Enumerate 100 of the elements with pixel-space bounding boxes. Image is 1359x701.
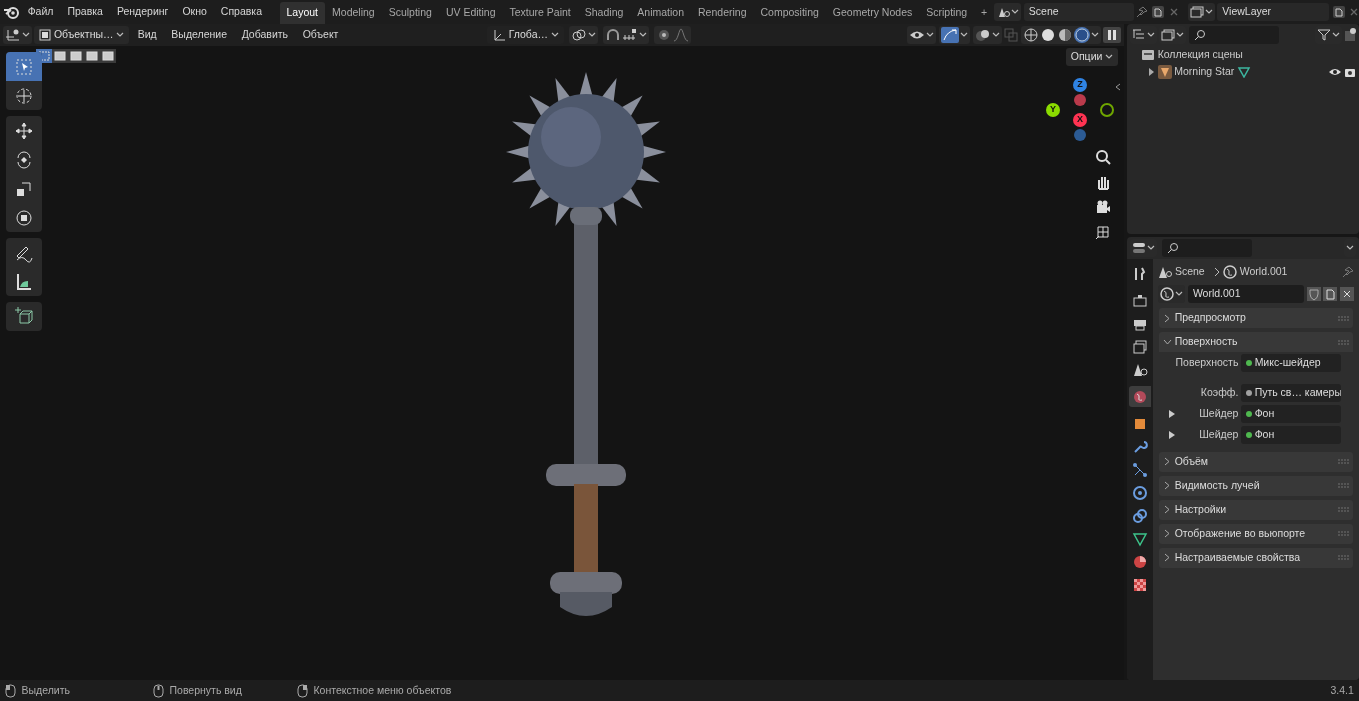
workspace-tab[interactable]: Compositing bbox=[753, 2, 826, 24]
drag-handle-icon[interactable] bbox=[1338, 459, 1349, 465]
add-workspace-button[interactable]: + bbox=[974, 2, 995, 24]
pin-icon[interactable] bbox=[1136, 6, 1149, 18]
axis-label[interactable]: Y bbox=[1046, 103, 1060, 117]
panel-header[interactable]: Предпросмотр bbox=[1159, 308, 1353, 329]
socket-field[interactable]: Фон bbox=[1241, 425, 1341, 444]
panel-header[interactable]: Объём bbox=[1159, 451, 1353, 472]
expand-arrow-icon[interactable] bbox=[1169, 430, 1175, 439]
search-field[interactable] bbox=[1161, 239, 1252, 257]
mode-dropdown[interactable]: Объектны… bbox=[34, 26, 130, 44]
visibility-dropdown[interactable] bbox=[907, 26, 937, 44]
rotate-icon bbox=[14, 149, 34, 170]
drag-handle-icon[interactable] bbox=[1338, 315, 1349, 321]
drag-handle-icon[interactable] bbox=[1338, 339, 1349, 345]
zoom-icon[interactable] bbox=[1095, 149, 1111, 165]
selection-mode-icon[interactable] bbox=[100, 49, 116, 63]
workspace-tab[interactable]: Sculpting bbox=[381, 2, 439, 24]
panel-header[interactable]: Поверхность bbox=[1159, 332, 1353, 353]
workspace-tab[interactable]: Shading bbox=[577, 2, 631, 24]
socket-field[interactable]: Микс-шейдер bbox=[1241, 353, 1341, 372]
search-field[interactable] bbox=[1188, 26, 1279, 44]
camera-icon[interactable] bbox=[1344, 66, 1357, 77]
view-layer-field[interactable]: ViewLayer bbox=[1217, 3, 1330, 21]
workspace-tab[interactable]: Modeling bbox=[325, 2, 382, 24]
world-selector[interactable] bbox=[1158, 285, 1186, 303]
socket-field[interactable]: Путь св… камеры bbox=[1241, 383, 1341, 402]
snap-dropdown[interactable] bbox=[603, 26, 650, 44]
close-icon[interactable] bbox=[1339, 287, 1354, 301]
orientation-icon bbox=[492, 28, 507, 42]
panel-header[interactable]: Видимость лучей bbox=[1159, 475, 1353, 496]
solid-shading-icon[interactable] bbox=[1039, 27, 1056, 43]
viewport-menu-item[interactable]: Вид bbox=[131, 26, 163, 44]
gizmo-dropdown[interactable] bbox=[938, 26, 970, 44]
workspace-tab[interactable]: UV Editing bbox=[438, 2, 503, 24]
pivot-dropdown[interactable] bbox=[568, 26, 598, 44]
world-name-field[interactable]: World.001 bbox=[1187, 285, 1304, 303]
caret-icon bbox=[1346, 245, 1355, 251]
measure-icon bbox=[14, 271, 34, 292]
axis-label[interactable]: Z bbox=[1073, 78, 1087, 92]
selection-mode-icon[interactable] bbox=[52, 49, 68, 63]
workspace-tab[interactable]: Geometry Nodes bbox=[825, 2, 920, 24]
drag-handle-icon[interactable] bbox=[1338, 531, 1349, 537]
fake-user-shield-icon[interactable] bbox=[1306, 287, 1321, 301]
new-layer-icon[interactable] bbox=[1331, 5, 1346, 19]
workspace-tab[interactable]: Texture Paint bbox=[502, 2, 578, 24]
link-icon bbox=[570, 28, 587, 42]
wire-shading-icon[interactable] bbox=[1022, 27, 1039, 43]
new-scene-icon[interactable] bbox=[1151, 5, 1166, 19]
layer-filter-dropdown[interactable] bbox=[1159, 26, 1187, 44]
globe-icon[interactable] bbox=[1129, 386, 1151, 407]
options-dropdown[interactable]: Опции bbox=[1065, 48, 1118, 66]
viewport-menu-item[interactable]: Выделение bbox=[165, 26, 233, 44]
workspace-tab[interactable]: Rendering bbox=[691, 2, 754, 24]
workspace-tab[interactable]: Layout bbox=[279, 2, 326, 24]
caret-icon bbox=[21, 32, 30, 38]
menu-item[interactable]: Правка bbox=[60, 2, 110, 22]
drag-handle-icon[interactable] bbox=[1338, 483, 1349, 489]
axis-label[interactable]: X bbox=[1073, 113, 1087, 127]
pin-icon[interactable] bbox=[1341, 266, 1354, 278]
socket-field[interactable]: Фон bbox=[1241, 404, 1341, 423]
overlay-dropdown[interactable] bbox=[972, 26, 1002, 44]
selection-mode-icon[interactable] bbox=[68, 49, 84, 63]
panel-header[interactable]: Настройки bbox=[1159, 499, 1353, 520]
panel-header[interactable]: Настраиваемые свойства bbox=[1159, 547, 1353, 568]
drag-handle-icon[interactable] bbox=[1338, 507, 1349, 513]
expand-arrow-icon[interactable] bbox=[1147, 67, 1155, 76]
proportional-edit-dropdown[interactable] bbox=[654, 26, 692, 44]
menu-item[interactable]: Файл bbox=[20, 2, 61, 22]
scene-name-field[interactable]: Scene bbox=[1023, 3, 1134, 21]
eye-icon[interactable] bbox=[1327, 66, 1342, 77]
viewport-menu-item[interactable]: Добавить bbox=[235, 26, 295, 44]
drag-handle-icon[interactable] bbox=[1338, 555, 1349, 561]
workspace-tab[interactable]: Scripting bbox=[919, 2, 975, 24]
grid-icon[interactable] bbox=[1095, 224, 1111, 240]
field-label: Поверхность bbox=[1175, 354, 1240, 370]
rendered-shading-icon[interactable] bbox=[1073, 27, 1090, 43]
viewport-menu-item[interactable]: Объект bbox=[296, 26, 345, 44]
workspace-tab[interactable]: Animation bbox=[630, 2, 692, 24]
breadcrumb-item: World.001 bbox=[1239, 264, 1288, 280]
chevron-icon bbox=[1212, 267, 1221, 277]
duplicate-icon[interactable] bbox=[1323, 287, 1338, 301]
caret-icon bbox=[1105, 54, 1113, 60]
overlay-icon bbox=[974, 28, 991, 42]
panel-header[interactable]: Отображение во вьюпорте bbox=[1159, 523, 1353, 544]
expand-arrow-icon[interactable] bbox=[1169, 409, 1175, 418]
hand-icon[interactable] bbox=[1095, 174, 1111, 190]
editor-type-button[interactable] bbox=[2, 26, 32, 44]
pause-icon[interactable] bbox=[1103, 27, 1122, 43]
camera-icon[interactable] bbox=[1095, 199, 1111, 215]
menu-item[interactable]: Справка bbox=[213, 2, 269, 22]
menu-item[interactable]: Окно bbox=[175, 2, 214, 22]
collection-name[interactable]: Коллекция сцены bbox=[1157, 46, 1243, 63]
new-collection-icon[interactable] bbox=[1344, 28, 1357, 42]
scene-selector[interactable] bbox=[994, 3, 1022, 21]
object-name[interactable]: Morning Star bbox=[1174, 63, 1235, 80]
menu-item[interactable]: Рендеринг bbox=[109, 2, 176, 22]
selection-mode-icon[interactable] bbox=[84, 49, 100, 63]
view-layer-selector[interactable] bbox=[1187, 3, 1215, 21]
material-shading-icon[interactable] bbox=[1056, 27, 1073, 43]
